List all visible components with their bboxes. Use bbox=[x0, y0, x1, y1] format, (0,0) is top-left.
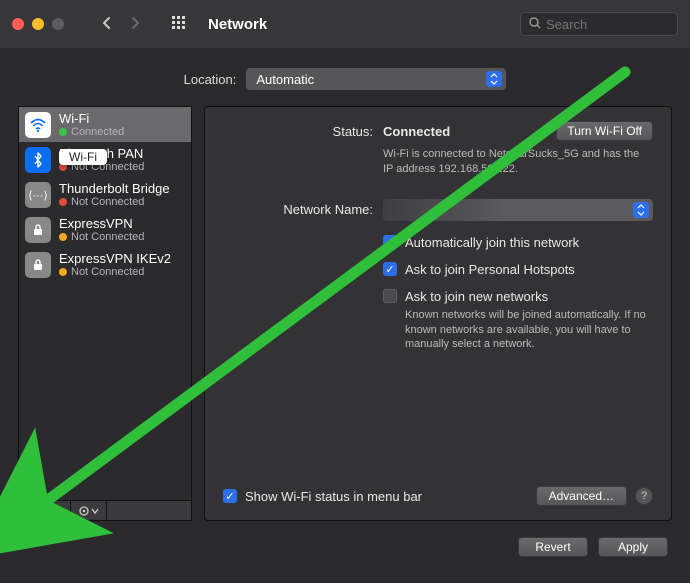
network-name-select[interactable] bbox=[383, 199, 653, 221]
select-arrows-icon bbox=[486, 71, 502, 87]
forward-button[interactable] bbox=[122, 9, 148, 40]
service-status: Not Connected bbox=[71, 196, 144, 208]
thunderbolt-icon: ⟨···⟩ bbox=[25, 182, 51, 208]
ask-new-checkbox-row[interactable]: Ask to join new networks bbox=[383, 289, 653, 304]
status-dot-icon bbox=[59, 268, 67, 276]
status-label: Status: bbox=[223, 124, 373, 139]
revert-button[interactable]: Revert bbox=[518, 537, 588, 557]
service-status: Not Connected bbox=[71, 266, 144, 278]
details-panel: Status: Connected Turn Wi-Fi Off Wi-Fi i… bbox=[204, 106, 672, 521]
ask-new-label: Ask to join new networks bbox=[405, 289, 548, 304]
select-arrows-icon bbox=[633, 202, 649, 218]
auto-join-label: Automatically join this network bbox=[405, 235, 579, 250]
service-status: Connected bbox=[71, 126, 124, 138]
checkbox-checked-icon: ✓ bbox=[383, 235, 397, 249]
service-wifi[interactable]: Wi-Fi Connected bbox=[19, 107, 191, 142]
service-name: ExpressVPN bbox=[59, 216, 185, 231]
checkbox-checked-icon: ✓ bbox=[383, 262, 397, 276]
add-service-button[interactable]: + bbox=[19, 501, 45, 520]
status-dot-icon bbox=[59, 233, 67, 241]
service-list[interactable]: Wi-Fi Connected Bluetooth PAN Not Connec… bbox=[18, 106, 192, 501]
search-field[interactable] bbox=[520, 12, 678, 36]
lock-icon bbox=[25, 252, 51, 278]
help-button[interactable]: ? bbox=[635, 487, 653, 505]
service-thunderbolt-bridge[interactable]: ⟨···⟩ Thunderbolt Bridge Not Connected bbox=[19, 177, 191, 212]
service-expressvpn[interactable]: ExpressVPN Not Connected bbox=[19, 212, 191, 247]
service-name: Wi-Fi bbox=[59, 111, 185, 126]
ask-new-description: Known networks will be joined automatica… bbox=[405, 308, 653, 353]
location-select[interactable]: Automatic bbox=[246, 68, 506, 90]
checkbox-unchecked-icon bbox=[383, 289, 397, 303]
bluetooth-icon bbox=[25, 147, 51, 173]
show-menu-bar-label: Show Wi-Fi status in menu bar bbox=[245, 489, 422, 504]
service-name: ExpressVPN IKEv2 bbox=[59, 251, 185, 266]
service-expressvpn-ikev2[interactable]: ExpressVPN IKEv2 Not Connected bbox=[19, 247, 191, 282]
network-name-label: Network Name: bbox=[223, 202, 373, 217]
back-button[interactable] bbox=[94, 9, 120, 40]
status-dot-icon bbox=[59, 128, 67, 136]
advanced-button[interactable]: Advanced… bbox=[536, 486, 627, 506]
ask-hotspot-label: Ask to join Personal Hotspots bbox=[405, 262, 575, 277]
location-value: Automatic bbox=[256, 72, 314, 87]
ask-hotspot-checkbox-row[interactable]: ✓ Ask to join Personal Hotspots bbox=[383, 262, 653, 277]
toggle-wifi-button[interactable]: Turn Wi-Fi Off bbox=[556, 121, 653, 141]
minimize-window-button[interactable] bbox=[32, 18, 44, 30]
status-description: Wi-Fi is connected to NetgearSucks_5G an… bbox=[383, 147, 643, 177]
traffic-lights bbox=[12, 18, 64, 30]
window-title: Network bbox=[208, 16, 267, 33]
service-sidebar: Wi-Fi Connected Bluetooth PAN Not Connec… bbox=[18, 106, 192, 521]
remove-service-button[interactable]: − bbox=[45, 501, 71, 520]
status-value: Connected bbox=[383, 124, 450, 139]
service-action-menu[interactable] bbox=[71, 501, 107, 520]
close-window-button[interactable] bbox=[12, 18, 24, 30]
search-input[interactable] bbox=[546, 17, 669, 32]
location-label: Location: bbox=[184, 72, 237, 87]
titlebar: Network bbox=[0, 0, 690, 48]
search-icon bbox=[529, 17, 541, 32]
zoom-window-button[interactable] bbox=[52, 18, 64, 30]
wifi-icon bbox=[25, 112, 51, 138]
show-menu-bar-checkbox-row[interactable]: ✓ Show Wi-Fi status in menu bar bbox=[223, 489, 422, 504]
tooltip: Wi-Fi bbox=[59, 149, 107, 165]
lock-icon bbox=[25, 217, 51, 243]
apply-button[interactable]: Apply bbox=[598, 537, 668, 557]
service-status: Not Connected bbox=[71, 231, 144, 243]
status-dot-icon bbox=[59, 198, 67, 206]
auto-join-checkbox-row[interactable]: ✓ Automatically join this network bbox=[383, 235, 653, 250]
checkbox-checked-icon: ✓ bbox=[223, 489, 237, 503]
show-all-button[interactable] bbox=[172, 16, 188, 32]
service-name: Thunderbolt Bridge bbox=[59, 181, 185, 196]
